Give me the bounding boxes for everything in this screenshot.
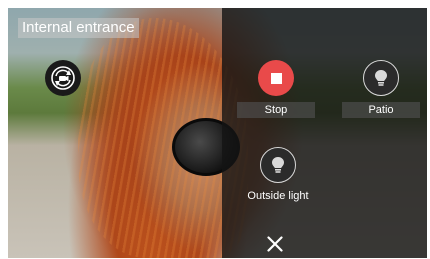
outside-light-button[interactable] [260,147,296,183]
camera-switch-icon [51,66,75,90]
patio-light-button[interactable] [363,60,399,96]
patio-action[interactable]: Patio [342,60,420,118]
stop-label: Stop [237,102,315,118]
patio-label: Patio [342,102,420,118]
close-button[interactable] [265,234,285,254]
stop-button[interactable] [258,60,294,96]
outside-light-action[interactable]: Outside light [238,147,318,203]
stop-icon [270,72,282,84]
actions-overlay-panel [222,8,427,258]
outside-light-label: Outside light [247,190,309,202]
close-icon [267,236,283,252]
camera-switch-button[interactable] [45,60,81,96]
stop-action[interactable]: Stop [237,60,315,118]
light-bulb-icon [375,70,387,86]
video-call-screen: Internal entrance Stop Patio Outside lig… [8,8,427,258]
light-bulb-icon [272,157,284,173]
camera-title: Internal entrance [18,18,139,38]
